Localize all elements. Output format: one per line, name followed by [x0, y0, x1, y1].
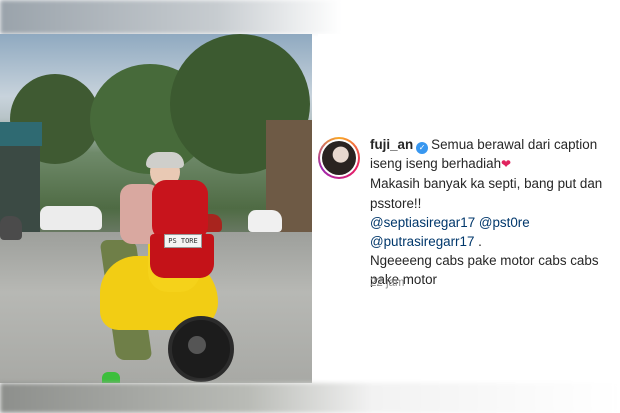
mention-trailing: .	[474, 234, 482, 250]
post-caption: fuji_an ✓ Semua berawal dari caption iseng…	[370, 135, 620, 290]
blurred-top-border	[0, 0, 620, 34]
blurred-bottom-border	[0, 383, 620, 413]
car-white	[40, 206, 102, 230]
post-timestamp[interactable]: 22 jam	[370, 277, 405, 289]
car-dark	[0, 216, 22, 240]
mention-link[interactable]: @pst0re	[479, 215, 530, 230]
house-roof	[0, 122, 42, 146]
caption-line-2: Makasih banyak ka septi, bang put dan ps…	[370, 176, 603, 211]
avatar-image	[322, 141, 356, 175]
mention-link[interactable]: @putrasiregarr17	[370, 234, 474, 249]
mention-link[interactable]: @septiasiregar17	[370, 215, 475, 230]
avatar[interactable]	[318, 137, 360, 179]
gift-bow	[152, 180, 208, 240]
car-white-right	[248, 210, 282, 232]
two-hearts-emoji-icon: ❤	[501, 157, 512, 172]
green-shoe	[102, 372, 120, 383]
license-plate: PS TORE	[164, 234, 202, 248]
post-photo[interactable]: PS TORE	[0, 34, 312, 383]
wheel-hub	[188, 336, 206, 354]
avatar-ring	[320, 139, 358, 177]
post-panel: fuji_an ✓ Semua berawal dari caption iseng…	[318, 34, 620, 383]
person-hat	[146, 152, 184, 168]
username[interactable]: fuji_an	[370, 137, 413, 152]
verified-badge-icon: ✓	[416, 142, 429, 154]
